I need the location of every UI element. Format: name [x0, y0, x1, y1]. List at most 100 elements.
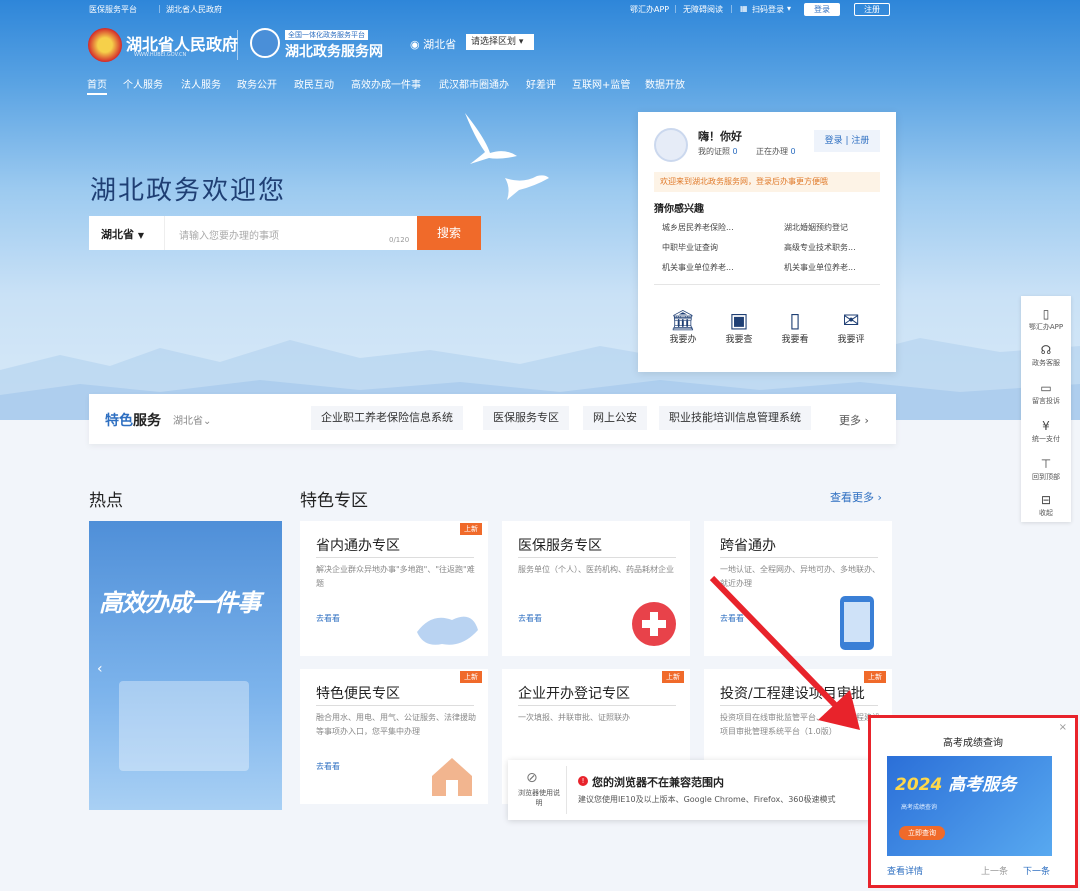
nav-public[interactable]: 政务公开 — [237, 76, 277, 91]
sidebar-item-complaint[interactable]: ▭ 留言投诉 — [1021, 380, 1071, 406]
platform-tag: 全国一体化政务服务平台 — [285, 30, 368, 40]
cert-info[interactable]: 我的证照 0 — [698, 146, 738, 157]
action-view-label: 我要看 — [781, 335, 809, 345]
new-badge: 上新 — [460, 671, 482, 683]
location-pin-icon: ◉ — [410, 38, 420, 51]
cert-count: 0 — [732, 147, 738, 156]
banner-year: 2024 — [895, 775, 943, 795]
province-select[interactable]: 湖北省 ▼ — [89, 216, 165, 250]
separator: | — [158, 4, 161, 13]
featured-title-a: 特色 — [105, 413, 133, 429]
platform-logo-icon — [250, 28, 280, 58]
browser-warning: ⊘ 浏览器使用说明 ! 您的浏览器不在兼容范围内 建议您使用IE10及以上版本、… — [508, 760, 870, 820]
nav-supervision[interactable]: 互联网+监管 — [572, 76, 630, 91]
login-button[interactable]: 登录 — [804, 3, 840, 16]
nav-wuhan[interactable]: 武汉都市圈通办 — [439, 76, 509, 91]
auth-links: 登录 | 注册 — [814, 130, 880, 152]
new-badge: 上新 — [662, 671, 684, 683]
link-medical-platform[interactable]: 医保服务平台 — [89, 4, 137, 15]
link-accessibility[interactable]: 无障碍阅读 — [683, 4, 723, 15]
card-register-link[interactable]: 注册 — [851, 136, 869, 146]
featured-more-link[interactable]: 更多 › — [839, 412, 869, 428]
alert-icon: ! — [578, 776, 588, 786]
popup-prev-link[interactable]: 上一条 — [981, 864, 1008, 877]
zone-card[interactable]: 上新 省内通办专区 解决企业群众异地办事"多地跑"、"往返跑"难题 去看看 — [300, 521, 488, 656]
browser-guide-link[interactable]: 浏览器使用说明 — [516, 788, 562, 808]
headset-icon: ☊ — [1040, 343, 1052, 357]
popup-next-link[interactable]: 下一条 — [1023, 864, 1050, 877]
sidebar-item-top[interactable]: ⊤ 回到顶部 — [1021, 456, 1071, 482]
interest-item[interactable]: 中职毕业证查询 — [662, 242, 718, 253]
zone-title: 省内通办专区 — [316, 538, 400, 554]
search-button[interactable]: 搜索 — [417, 216, 481, 250]
card-login-link[interactable]: 登录 — [825, 136, 843, 146]
nav-home[interactable]: 首页 — [87, 76, 107, 95]
tag-police[interactable]: 网上公安 — [583, 406, 647, 430]
tag-training[interactable]: 职业技能培训信息管理系统 — [659, 406, 811, 430]
zone-card[interactable]: 医保服务专区 服务单位（个人）、医药机构、药品耗材企业 去看看 — [502, 521, 690, 656]
link-hubei-gov[interactable]: 湖北省人民政府 — [166, 4, 222, 15]
national-emblem-icon — [88, 28, 122, 62]
zone-desc: 融合用水、用电、用气、公证服务、法律援助等事项办入口，您平集中办理 — [316, 713, 476, 736]
nav-personal[interactable]: 个人服务 — [123, 76, 163, 91]
action-view[interactable]: ▯ 我要看 — [772, 308, 818, 345]
location-label: 湖北省 — [423, 38, 457, 51]
platform-name[interactable]: 湖北政务服务网 — [285, 41, 383, 61]
sidebar-item-collapse[interactable]: ⊟ 收起 — [1021, 492, 1071, 518]
hot-banner[interactable]: 高效办成一件事 ‹ — [89, 521, 282, 810]
featured-region[interactable]: 湖北省⌄ — [173, 412, 211, 427]
char-count: 0/120 — [389, 236, 410, 244]
link-app[interactable]: 鄂汇办APP — [630, 4, 669, 15]
action-check-label: 我要查 — [725, 335, 753, 345]
location[interactable]: ◉ 湖北省 — [410, 36, 456, 52]
zones-more-link[interactable]: 查看更多 › — [830, 489, 882, 505]
nav-rating[interactable]: 好差评 — [526, 76, 556, 91]
action-do[interactable]: 🏛 我要办 — [660, 308, 706, 345]
zone-go-link[interactable]: 去看看 — [316, 761, 340, 772]
tag-pension[interactable]: 企业职工养老保险信息系统 — [311, 406, 463, 430]
tag-medical[interactable]: 医保服务专区 — [483, 406, 569, 430]
nav-data[interactable]: 数据开放 — [645, 76, 685, 91]
nav-interaction[interactable]: 政民互动 — [294, 76, 334, 91]
interest-item[interactable]: 机关事业单位养老... — [784, 262, 856, 273]
zone-desc: 服务单位（个人）、医药机构、药品耗材企业 — [518, 565, 674, 574]
divider — [316, 705, 474, 706]
red-arrow-annotation — [709, 575, 860, 730]
interest-item[interactable]: 湖北婚姻预约登记 — [784, 222, 848, 233]
featured-more-label: 更多 — [839, 414, 861, 427]
close-icon[interactable]: × — [1059, 722, 1067, 733]
nav-efficient[interactable]: 高效办成一件事 — [351, 76, 421, 91]
doing-info[interactable]: 正在办理 0 — [756, 146, 796, 157]
action-check[interactable]: ▣ 我要查 — [716, 308, 762, 345]
popup-detail-link[interactable]: 查看详情 — [887, 864, 923, 877]
register-button[interactable]: 注册 — [854, 3, 890, 16]
sidebar-item-pay[interactable]: ¥ 统一支付 — [1021, 418, 1071, 444]
zone-go-link[interactable]: 去看看 — [518, 613, 542, 624]
sidebar-item-label: 政务客服 — [1032, 359, 1060, 367]
zones-more-label: 查看更多 — [830, 491, 874, 504]
nav-legal[interactable]: 法人服务 — [181, 76, 221, 91]
interest-item[interactable]: 机关事业单位养老... — [662, 262, 734, 273]
warning-detail: 建议您使用IE10及以上版本、Google Chrome、Firefox、360… — [578, 795, 836, 804]
chevron-left-icon[interactable]: ‹ — [97, 661, 103, 677]
sidebar-item-service[interactable]: ☊ 政务客服 — [1021, 342, 1071, 368]
sidebar-item-app[interactable]: ▯ 鄂汇办APP — [1021, 306, 1071, 332]
to-top-icon: ⊤ — [1040, 457, 1052, 471]
interest-item[interactable]: 城乡居民养老保险... — [662, 222, 734, 233]
search-input[interactable]: 请输入您要办理的事项 — [179, 227, 279, 242]
separator: | — [674, 4, 677, 13]
top-utility-bar: 医保服务平台 | 湖北省人民政府 鄂汇办APP | 无障碍阅读 | ▦ 扫码登录… — [0, 0, 1080, 18]
popup-banner[interactable]: 2024 高考服务 高考成绩查询 立即查询 — [887, 756, 1052, 856]
caret-down-icon: ▼ — [137, 231, 144, 240]
featured-title-b: 服务 — [133, 413, 161, 429]
banner-query-button[interactable]: 立即查询 — [899, 826, 945, 840]
divider — [237, 30, 238, 60]
featured-region-label: 湖北省 — [173, 416, 203, 427]
map-illustration — [417, 616, 478, 645]
scan-login[interactable]: 扫码登录 — [752, 4, 784, 15]
action-rate[interactable]: ✉ 我要评 — [828, 308, 874, 345]
region-select[interactable]: 请选择区划 ▾ — [466, 34, 534, 50]
interest-item[interactable]: 高级专业技术职务... — [784, 242, 856, 253]
zone-card[interactable]: 上新 特色便民专区 融合用水、用电、用气、公证服务、法律援助等事项办入口，您平集… — [300, 669, 488, 804]
zone-go-link[interactable]: 去看看 — [316, 613, 340, 624]
